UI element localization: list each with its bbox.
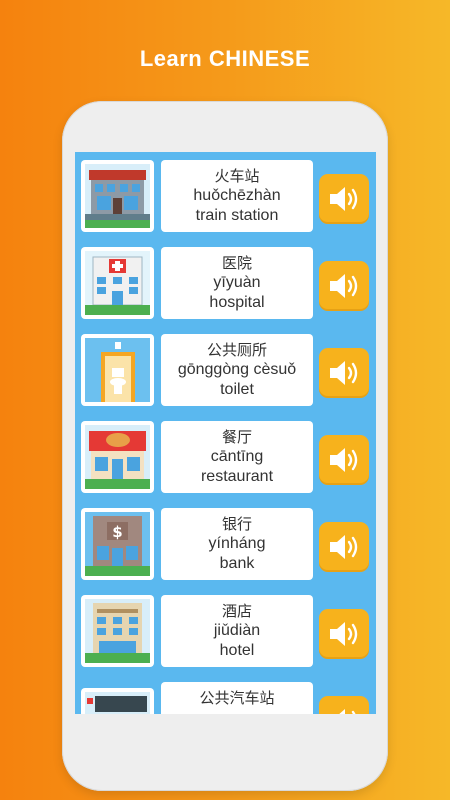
list-item: 餐厅 cāntīng restaurant xyxy=(75,417,376,493)
word-pinyin: gōnggòng cèsuǒ xyxy=(177,361,297,378)
restaurant-icon xyxy=(81,421,154,493)
play-audio-button[interactable] xyxy=(319,261,369,311)
play-audio-button[interactable] xyxy=(319,609,369,659)
word-card[interactable]: 公共汽车站 xyxy=(161,682,313,714)
play-audio-button[interactable] xyxy=(319,435,369,485)
word-hanzi: 酒店 xyxy=(221,602,252,620)
speaker-icon xyxy=(330,274,358,298)
word-english: restaurant xyxy=(200,468,274,485)
word-pinyin: yīyuàn xyxy=(213,274,261,291)
list-item: 公共汽车站 xyxy=(75,678,376,714)
word-pinyin: cāntīng xyxy=(210,448,264,465)
word-hanzi: 餐厅 xyxy=(221,428,252,446)
list-item: 公共厕所 gōnggòng cèsuǒ toilet xyxy=(75,330,376,406)
word-hanzi: 公共汽车站 xyxy=(199,689,275,707)
word-english: toilet xyxy=(220,381,254,398)
word-hanzi: 医院 xyxy=(221,254,252,272)
play-audio-button[interactable] xyxy=(319,348,369,398)
word-english: bank xyxy=(219,555,255,572)
word-card[interactable]: 餐厅 cāntīng restaurant xyxy=(161,421,313,493)
word-pinyin: huǒchēzhàn xyxy=(193,187,281,204)
word-english: train station xyxy=(195,207,279,224)
list-item: 火车站 huǒchēzhàn train station xyxy=(75,156,376,232)
page-title: Learn CHINESE xyxy=(139,46,311,71)
toilet-icon xyxy=(81,334,154,406)
list-item: 医院 yīyuàn hospital xyxy=(75,243,376,319)
speaker-icon xyxy=(339,709,356,714)
vocab-list[interactable]: 火车站 huǒchēzhàn train station 医院 yīyuàn h… xyxy=(75,152,376,714)
word-pinyin: jiǔdiàn xyxy=(213,622,261,639)
speaker-icon xyxy=(330,622,358,646)
word-card[interactable]: 医院 yīyuàn hospital xyxy=(161,247,313,319)
speaker-icon xyxy=(330,535,358,559)
speaker-icon xyxy=(330,187,358,211)
speaker-icon xyxy=(330,448,358,472)
word-hanzi: 银行 xyxy=(221,515,252,533)
hotel-icon xyxy=(81,595,154,667)
word-card[interactable]: 银行 yínháng bank xyxy=(161,508,313,580)
hospital-icon xyxy=(81,247,154,319)
play-audio-button[interactable] xyxy=(319,174,369,224)
play-audio-button[interactable] xyxy=(319,522,369,572)
bank-icon: $ xyxy=(81,508,154,580)
svg-text:$: $ xyxy=(112,523,122,541)
word-hanzi: 火车站 xyxy=(214,167,260,185)
word-hanzi: 公共厕所 xyxy=(206,341,267,359)
word-english: hospital xyxy=(209,294,265,311)
word-card[interactable]: 公共厕所 gōnggòng cèsuǒ toilet xyxy=(161,334,313,406)
word-pinyin: yínháng xyxy=(208,535,266,552)
list-item: $ 银行 yínháng bank xyxy=(75,504,376,580)
word-english: hotel xyxy=(219,642,255,659)
play-audio-button[interactable] xyxy=(319,696,369,714)
list-item: 酒店 jiǔdiàn hotel xyxy=(75,591,376,667)
train-station-icon xyxy=(81,160,154,232)
speaker-icon xyxy=(330,361,358,385)
bus-stop-icon xyxy=(81,688,154,714)
word-card[interactable]: 火车站 huǒchēzhàn train station xyxy=(161,160,313,232)
word-card[interactable]: 酒店 jiǔdiàn hotel xyxy=(161,595,313,667)
